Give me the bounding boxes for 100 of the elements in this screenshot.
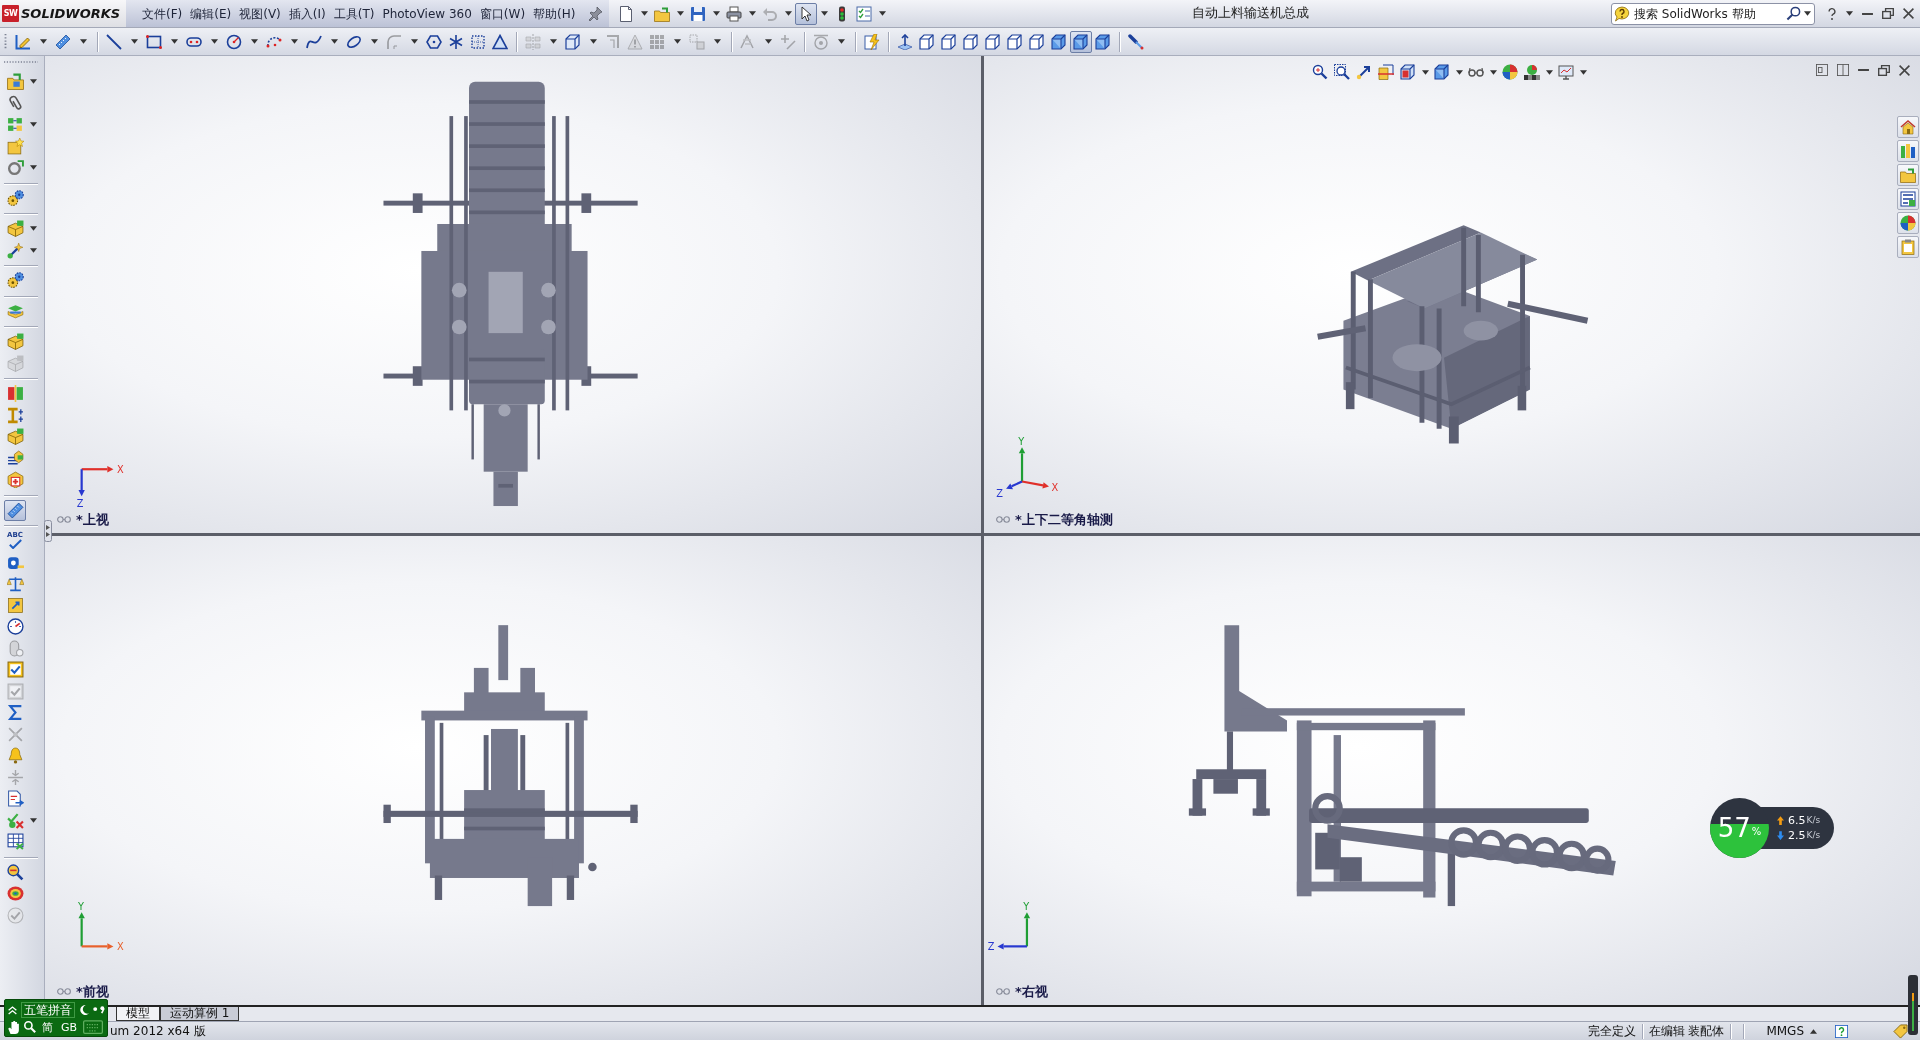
caret-icon[interactable] (210, 39, 218, 44)
color-ball-icon (1502, 64, 1518, 80)
task-pane-tab[interactable] (1897, 164, 1919, 186)
caret-icon[interactable] (39, 39, 47, 44)
charset-toggle[interactable]: 简 (40, 1020, 55, 1034)
cube-icon (1400, 64, 1416, 80)
zoom-icon (1312, 64, 1328, 80)
menu-item[interactable]: 视图(V) (235, 4, 285, 23)
punctuation-icon[interactable] (93, 1006, 105, 1014)
speed-unit: K/s (1806, 814, 1821, 827)
color-ball-icon (1900, 215, 1916, 231)
input-method-name[interactable]: 五笔拼音 (21, 1002, 75, 1018)
axis-label: Y (1023, 900, 1030, 912)
axis-label: X (117, 941, 124, 953)
tile-icon[interactable] (1816, 64, 1828, 76)
caret-icon[interactable] (29, 122, 37, 128)
caret-icon[interactable] (712, 11, 720, 16)
hand-icon[interactable] (8, 1020, 20, 1034)
books-icon (1900, 143, 1916, 159)
caret-icon[interactable] (676, 11, 684, 16)
search-icon[interactable] (24, 1021, 36, 1033)
section-view-icon (1378, 64, 1394, 80)
task-pane-tab[interactable] (1897, 212, 1919, 234)
caret-icon[interactable] (878, 11, 886, 16)
caret-icon[interactable] (290, 39, 298, 44)
restore-icon[interactable] (1882, 8, 1894, 19)
close-icon[interactable] (1899, 64, 1910, 76)
task-pane-tab[interactable] (1897, 236, 1919, 258)
caret-icon[interactable] (29, 226, 37, 232)
caret-icon[interactable] (370, 39, 378, 44)
caret-icon[interactable] (1489, 69, 1497, 75)
menu-item[interactable]: 编辑(E) (186, 4, 236, 23)
task-pane-tab[interactable] (1897, 140, 1919, 162)
view-label: *上视 (76, 512, 109, 527)
upload-arrow-icon (1777, 816, 1784, 825)
task-pane-tab[interactable] (1897, 188, 1919, 210)
units-button[interactable]: MMGS (1764, 1023, 1819, 1039)
axis-label: Z (987, 941, 995, 953)
caret-icon[interactable] (820, 11, 828, 16)
house-icon (1900, 119, 1916, 135)
cube-icon (1434, 64, 1450, 80)
restore-icon[interactable] (1878, 64, 1890, 76)
menu-item[interactable]: 插入(I) (284, 4, 330, 23)
caret-icon[interactable] (250, 39, 258, 44)
caret-icon[interactable] (29, 247, 37, 253)
caret-icon[interactable] (29, 165, 37, 171)
chevron-up-icon[interactable] (8, 1005, 17, 1015)
help-icon[interactable] (1835, 1024, 1848, 1038)
menu-item[interactable]: PhotoView 360 (378, 4, 476, 23)
keyboard-icon[interactable] (83, 1020, 104, 1034)
caret-icon[interactable] (640, 11, 648, 16)
tab[interactable]: 运动算例 1 (160, 1007, 240, 1021)
caret-icon[interactable] (1804, 11, 1811, 16)
caret-icon[interactable] (29, 817, 37, 823)
view-label: *前视 (76, 984, 109, 999)
list-icon (1900, 191, 1916, 207)
status-text: 在编辑 装配体 (1648, 1023, 1725, 1039)
menu-item[interactable]: 窗口(W) (475, 4, 530, 23)
close-icon[interactable] (1903, 8, 1914, 19)
download-speed: 2.5 (1788, 829, 1806, 842)
status-text: um 2012 x64 版 (110, 1023, 206, 1039)
task-pane-tab[interactable] (1897, 116, 1919, 138)
encoding-toggle[interactable]: GB (59, 1020, 80, 1034)
caret-icon[interactable] (29, 79, 37, 85)
menu-item[interactable]: 工具(T) (329, 4, 379, 23)
toolbar-grip-icon[interactable] (4, 33, 7, 50)
minimize-icon[interactable] (1862, 12, 1873, 15)
menu-item[interactable]: 文件(F) (138, 4, 187, 23)
scene-icon (1524, 64, 1540, 80)
caret-icon[interactable] (1579, 69, 1587, 75)
split-view-icon[interactable] (1837, 64, 1849, 76)
speed-unit: K/s (1806, 829, 1821, 842)
download-arrow-icon (1777, 831, 1784, 840)
toolbar-button[interactable] (1521, 62, 1543, 82)
axis-label: Z (996, 488, 1003, 500)
status-text: 完全定义 (1587, 1023, 1636, 1039)
collapse-handle-icon[interactable] (44, 520, 52, 542)
tab[interactable]: 模型 (116, 1007, 160, 1021)
caret-icon[interactable] (589, 39, 597, 44)
caret-icon[interactable] (1545, 69, 1553, 75)
help-icon[interactable] (1827, 6, 1837, 21)
menu-item[interactable]: 帮助(H) (529, 4, 580, 23)
caret-icon[interactable] (1846, 11, 1853, 16)
help-bubble-icon (1614, 5, 1630, 22)
caret-icon[interactable] (330, 39, 338, 44)
pushpin-icon[interactable] (587, 5, 604, 22)
caret-icon[interactable] (748, 11, 756, 16)
caret-icon[interactable] (170, 39, 178, 44)
search-icon[interactable] (1786, 6, 1801, 21)
search-field[interactable]: 搜索 SolidWorks 帮助 (1611, 2, 1815, 25)
caret-icon[interactable] (1455, 69, 1463, 75)
caret-icon (1810, 1028, 1817, 1034)
monitor-icon (1558, 64, 1574, 80)
meter-icon (1908, 974, 1918, 1036)
moon-icon[interactable] (79, 1005, 89, 1015)
caret-icon[interactable] (1421, 69, 1429, 75)
caret-icon[interactable] (130, 39, 138, 44)
percent-sign: % (1751, 826, 1762, 838)
view-label: *上下二等角轴测 (1015, 512, 1113, 527)
caret-icon[interactable] (79, 39, 87, 44)
